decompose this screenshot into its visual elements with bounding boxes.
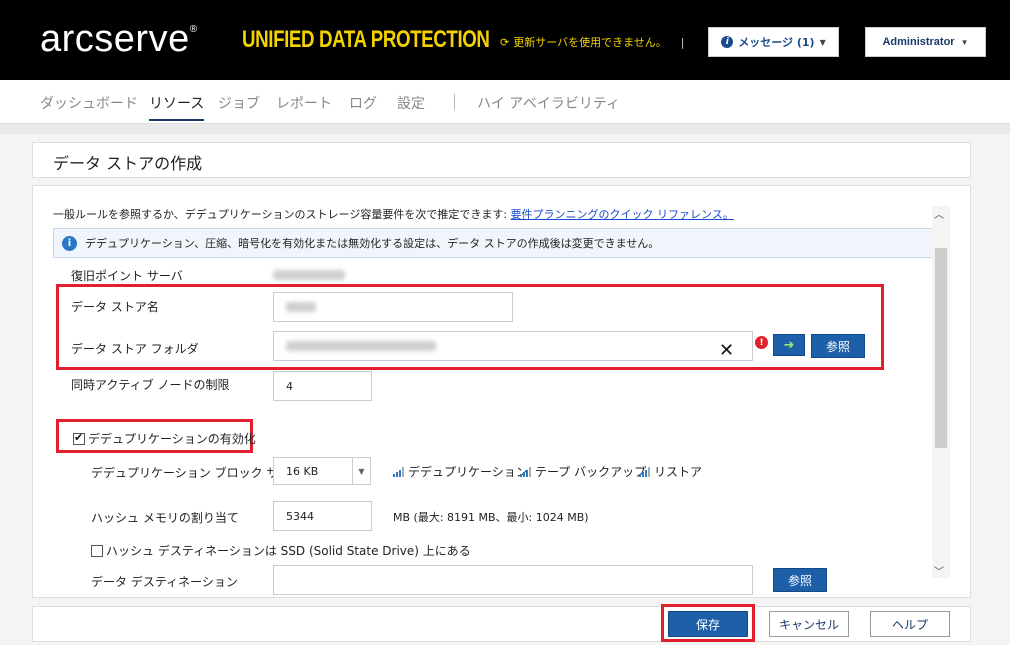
page-title-panel: データ ストアの作成 [32,142,971,178]
datastore-folder-value-redacted [286,341,436,351]
save-button[interactable]: 保存 [668,611,748,637]
tab-resources[interactable]: リソース [149,93,205,121]
chevron-down-icon[interactable]: ▼ [352,458,370,484]
tab-high-availability[interactable]: ハイ アベイラビリティ [477,93,620,113]
block-size-select[interactable]: 16 KB ▼ [273,457,371,485]
datastore-folder-label: データ ストア フォルダ [71,342,199,356]
tab-dashboard[interactable]: ダッシュボード [40,93,138,113]
scrollbar-thumb[interactable] [935,248,947,448]
intro-text: 一般ルールを参照するか、デデュプリケーションのストレージ容量要件を次で推定できま… [53,206,734,222]
recovery-server-value-redacted [273,270,345,280]
legend-tape-label: テープ バックアップ [535,465,647,479]
update-warning[interactable]: ⟳ 更新サーバを使用できません。 | [500,34,685,50]
concurrent-nodes-label: 同時アクティブ ノードの制限 [71,378,230,392]
concurrent-nodes-field[interactable]: 4 [273,371,372,401]
chevron-up-icon[interactable]: ︿ [934,206,944,221]
checkbox-checked-icon[interactable] [73,431,85,445]
main-nav: ダッシュボード リソース ジョブ レポート ログ 設定 ハイ アベイラビリティ [0,80,1010,124]
user-menu-button[interactable]: Administrator ▼ [865,27,986,57]
data-destination-field[interactable] [273,565,753,595]
clear-icon[interactable]: ✕ [719,340,734,361]
cancel-button[interactable]: キャンセル [769,611,849,637]
info-icon: i [62,235,77,251]
tab-jobs[interactable]: ジョブ [218,93,260,113]
signal-bars-icon [639,466,650,477]
top-header: arcserve® UNIFIED DATA PROTECTION ⟳ 更新サー… [0,0,1010,80]
signal-bars-icon [393,466,404,477]
legend-restore: リストア [639,463,702,480]
block-size-label: デデュプリケーション ブロック サイズ [91,466,303,480]
datastore-name-field[interactable] [273,292,513,322]
form-scrollbar[interactable]: ︿ ﹀ [932,206,950,578]
tab-logs[interactable]: ログ [349,93,377,113]
ssd-checkbox[interactable]: ハッシュ デスティネーションは SSD (Solid State Drive) … [91,542,471,559]
signal-bars-icon [520,466,531,477]
browse-button[interactable]: 参照 [811,334,865,358]
ssd-label: ハッシュ デスティネーションは SSD (Solid State Drive) … [106,544,471,558]
intro-text-body: 一般ルールを参照するか、デデュプリケーションのストレージ容量要件を次で推定できま… [53,208,511,221]
legend-dedup-label: デデュプリケーション [408,465,528,479]
chevron-down-icon[interactable]: ﹀ [934,563,944,578]
user-label: Administrator [882,36,955,48]
update-warning-text: 更新サーバを使用できません。 [513,36,667,49]
hash-memory-hint: MB (最大: 8191 MB、最小: 1024 MB) [393,511,589,524]
datastore-folder-field[interactable] [273,331,753,361]
info-bar-text: デデュプリケーション、圧縮、暗号化を有効化または無効化する設定は、データ ストア… [85,237,660,250]
brand-mark: ® [189,24,198,35]
info-bar: i デデュプリケーション、圧縮、暗号化を有効化または無効化する設定は、データ ス… [53,228,933,258]
brand-name: arcserve [40,18,190,60]
error-alert-icon: ! [755,336,768,349]
planning-reference-link[interactable]: 要件プランニングのクイック リファレンス。 [511,208,734,221]
legend-dedup: デデュプリケーション [393,463,528,480]
checkbox-unchecked-icon[interactable] [91,545,103,557]
nav-divider [454,94,455,110]
dedup-enable-checkbox[interactable]: デデュプリケーションの有効化 [73,430,256,447]
browse-button-2[interactable]: 参照 [773,568,827,592]
info-icon: i [721,36,734,48]
datastore-name-value-redacted [286,302,316,312]
page-title: データ ストアの作成 [53,154,203,173]
chevron-down-icon: ▼ [960,37,969,47]
messages-label: メッセージ (1) [738,36,815,49]
recovery-server-label: 復旧ポイント サーバ [71,269,183,283]
refresh-warning-icon: ⟳ [500,35,510,49]
help-button[interactable]: ヘルプ [870,611,950,637]
hash-memory-value: 5344 [286,509,314,523]
product-name: UNIFIED DATA PROTECTION [242,26,490,53]
legend-tape: テープ バックアップ [520,463,646,480]
hash-memory-field[interactable]: 5344 [273,501,372,531]
create-datastore-form: 一般ルールを参照するか、デデュプリケーションのストレージ容量要件を次で推定できま… [32,185,971,598]
header-divider: | [680,35,685,49]
datastore-name-label: データ ストア名 [71,300,159,314]
tab-settings[interactable]: 設定 [397,93,425,113]
hash-memory-label: ハッシュ メモリの割り当て [91,511,239,525]
legend-restore-label: リストア [654,465,703,479]
arcserve-logo: arcserve® [40,18,198,61]
block-size-value: 16 KB [286,464,319,478]
messages-button[interactable]: i メッセージ (1) ▼ [708,27,839,57]
navigate-arrow-icon[interactable]: ➜ [773,334,805,356]
data-destination-label: データ デスティネーション [91,575,238,589]
dedup-enable-label: デデュプリケーションの有効化 [88,432,256,446]
tab-reports[interactable]: レポート [276,93,332,113]
concurrent-nodes-value: 4 [286,379,293,393]
chevron-down-icon: ▼ [819,37,826,47]
